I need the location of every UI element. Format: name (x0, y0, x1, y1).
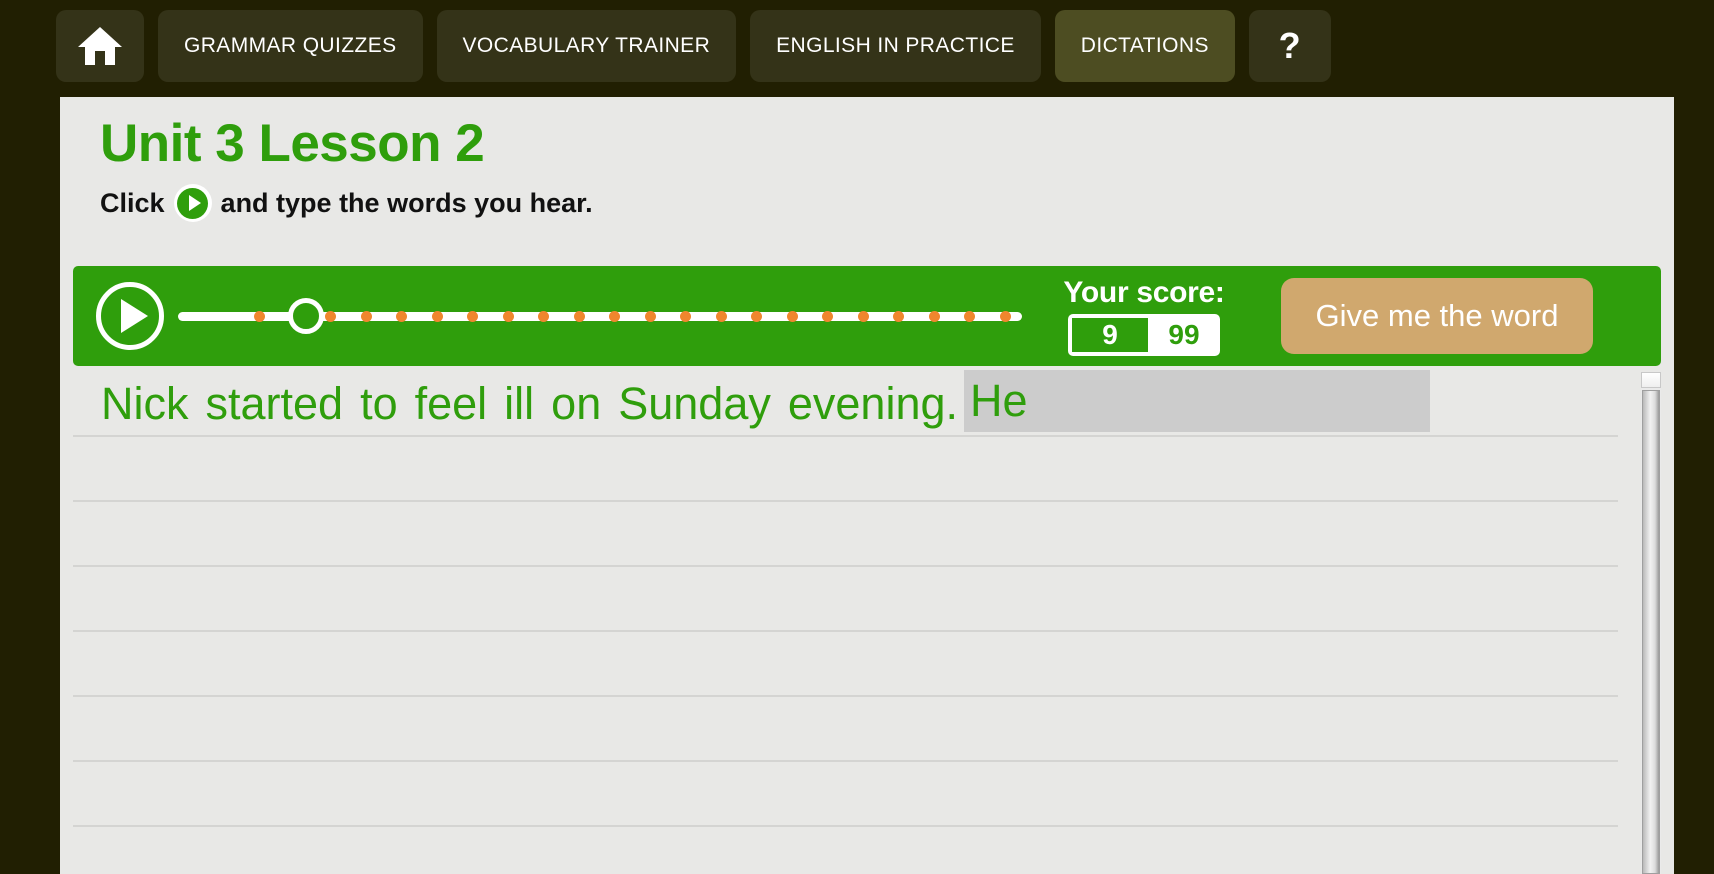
score-correct-value: 9 (1072, 318, 1148, 352)
nav-help-button[interactable]: ? (1248, 10, 1331, 82)
home-icon (77, 25, 123, 67)
timeline-dot (786, 311, 798, 322)
instruction-text: Click and type the words you hear. (100, 184, 593, 222)
timeline-dot (502, 311, 514, 322)
audio-player-bar: Your score: 9 99 Give me the word (73, 266, 1661, 366)
empty-writing-row[interactable] (73, 567, 1618, 632)
nav-tab-grammar-quizzes[interactable]: GRAMMAR QUIZZES (158, 10, 423, 82)
score-block: Your score: 9 99 (1033, 276, 1255, 356)
dictation-word: on (551, 377, 602, 429)
timeline-dot (715, 311, 727, 322)
score-label: Your score: (1063, 276, 1225, 309)
dictation-word: feel (414, 377, 488, 429)
inline-play-icon (173, 184, 212, 222)
empty-writing-row[interactable] (73, 437, 1618, 502)
instruction-prefix: Click (100, 187, 165, 218)
vertical-scrollbar[interactable] (1638, 372, 1664, 874)
instruction-suffix: and type the words you hear. (220, 187, 593, 218)
timeline-dot (644, 311, 656, 322)
dictation-word: to (360, 377, 398, 429)
dictation-word: started (205, 377, 344, 429)
nav-home-button[interactable] (56, 10, 144, 82)
play-icon (120, 299, 148, 333)
scrollbar-thumb-top[interactable] (1641, 372, 1661, 388)
timeline-dot (360, 311, 372, 322)
answer-input[interactable] (964, 370, 1430, 432)
timeline-dot (254, 311, 265, 322)
timeline-handle[interactable] (287, 298, 324, 334)
dictation-word: Nick (101, 377, 189, 429)
timeline-dot (1000, 311, 1011, 322)
nav-tab-vocabulary-trainer[interactable]: VOCABULARY TRAINER (436, 10, 737, 82)
nav-tab-dictations[interactable]: DICTATIONS (1054, 10, 1235, 82)
empty-writing-row[interactable] (73, 827, 1618, 874)
score-total-value: 99 (1168, 319, 1200, 350)
dictation-word: ill (504, 377, 535, 429)
dictation-writing-area: Nick started to feel ill on Sunday eveni… (73, 370, 1650, 874)
empty-writing-row[interactable] (73, 632, 1618, 697)
empty-writing-row[interactable] (73, 502, 1618, 567)
dictation-word: Sunday (618, 377, 771, 429)
dictation-sentence-row: Nick started to feel ill on Sunday eveni… (73, 370, 1618, 437)
scrollbar-thumb[interactable] (1642, 390, 1660, 874)
timeline-dot (573, 311, 585, 322)
audio-timeline-slider[interactable] (178, 298, 1022, 334)
timeline-dot (431, 311, 443, 322)
give-me-the-word-button[interactable]: Give me the word (1281, 278, 1593, 354)
score-box: 9 99 (1068, 314, 1220, 356)
empty-writing-row[interactable] (73, 762, 1618, 827)
timeline-dot (857, 311, 869, 322)
empty-writing-row[interactable] (73, 697, 1618, 762)
page-title: Unit 3 Lesson 2 (100, 114, 485, 173)
timeline-dot (325, 311, 337, 322)
dictation-word: evening. (787, 377, 958, 429)
content-panel: Unit 3 Lesson 2 Click and type the words… (60, 97, 1674, 874)
nav-tab-english-in-practice[interactable]: ENGLISH IN PRACTICE (750, 10, 1041, 82)
play-button[interactable] (96, 282, 164, 350)
timeline-dot (928, 311, 940, 322)
top-navigation-bar: GRAMMAR QUIZZES VOCABULARY TRAINER ENGLI… (0, 0, 1714, 97)
